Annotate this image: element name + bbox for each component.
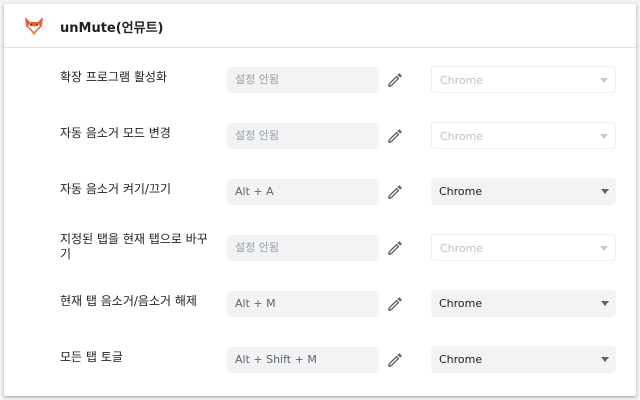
shortcut-field[interactable]: 설정 안됨	[227, 123, 379, 149]
chevron-down-icon	[601, 357, 609, 362]
scope-value: Chrome	[440, 74, 484, 87]
extension-header: unMute(언뮤트)	[4, 4, 636, 48]
command-label: 자동 음소거 켜기/끄기	[60, 182, 172, 196]
shortcut-field[interactable]: 설정 안됨	[227, 67, 379, 93]
chevron-down-icon	[600, 78, 608, 83]
extension-shortcuts-card: unMute(언뮤트) 확장 프로그램 활성화 설정 안됨 Chrome 자동 …	[4, 4, 636, 396]
scope-value: Chrome	[439, 353, 483, 366]
chevron-down-icon	[600, 246, 608, 251]
scope-select[interactable]: Chrome	[431, 346, 616, 373]
scope-value: Chrome	[439, 185, 483, 198]
pencil-icon[interactable]	[386, 127, 404, 145]
shortcut-field[interactable]: 설정 안됨	[227, 235, 379, 261]
scope-select: Chrome	[431, 66, 616, 93]
command-row: 자동 음소거 모드 변경 설정 안됨 Chrome	[4, 108, 636, 164]
shortcut-field[interactable]: Alt + Shift + M	[227, 347, 379, 373]
scope-value: Chrome	[440, 242, 484, 255]
command-row: 지정된 탭을 현재 탭으로 바꾸기 설정 안됨 Chrome	[4, 220, 636, 276]
scope-select[interactable]: Chrome	[431, 178, 616, 205]
pencil-icon[interactable]	[386, 351, 404, 369]
command-row: 확장 프로그램 활성화 설정 안됨 Chrome	[4, 52, 636, 108]
command-label: 자동 음소거 모드 변경	[60, 126, 171, 140]
command-row: 모든 탭 토글 Alt + Shift + M Chrome	[4, 332, 636, 388]
command-list: 확장 프로그램 활성화 설정 안됨 Chrome 자동 음소거 모드 변경 설정…	[4, 52, 636, 388]
pencil-icon[interactable]	[386, 71, 404, 89]
pencil-icon[interactable]	[386, 183, 404, 201]
scope-value: Chrome	[440, 130, 484, 143]
command-label: 확장 프로그램 활성화	[60, 70, 167, 84]
fox-icon	[22, 14, 46, 38]
scope-select: Chrome	[431, 122, 616, 149]
pencil-icon[interactable]	[386, 239, 404, 257]
scope-select[interactable]: Chrome	[431, 290, 616, 317]
command-row: 자동 음소거 켜기/끄기 Alt + A Chrome	[4, 164, 636, 220]
chevron-down-icon	[601, 189, 609, 194]
scope-value: Chrome	[439, 297, 483, 310]
shortcut-field[interactable]: Alt + M	[227, 291, 379, 317]
shortcut-field[interactable]: Alt + A	[227, 179, 379, 205]
command-label: 현재 탭 음소거/음소거 해제	[60, 294, 197, 308]
scope-select: Chrome	[431, 234, 616, 261]
chevron-down-icon	[601, 301, 609, 306]
command-label: 지정된 탭을 현재 탭으로 바꾸기	[60, 232, 208, 261]
command-label: 모든 탭 토글	[60, 350, 123, 364]
command-row: 현재 탭 음소거/음소거 해제 Alt + M Chrome	[4, 276, 636, 332]
chevron-down-icon	[600, 134, 608, 139]
pencil-icon[interactable]	[386, 295, 404, 313]
extension-name: unMute(언뮤트)	[60, 21, 164, 36]
